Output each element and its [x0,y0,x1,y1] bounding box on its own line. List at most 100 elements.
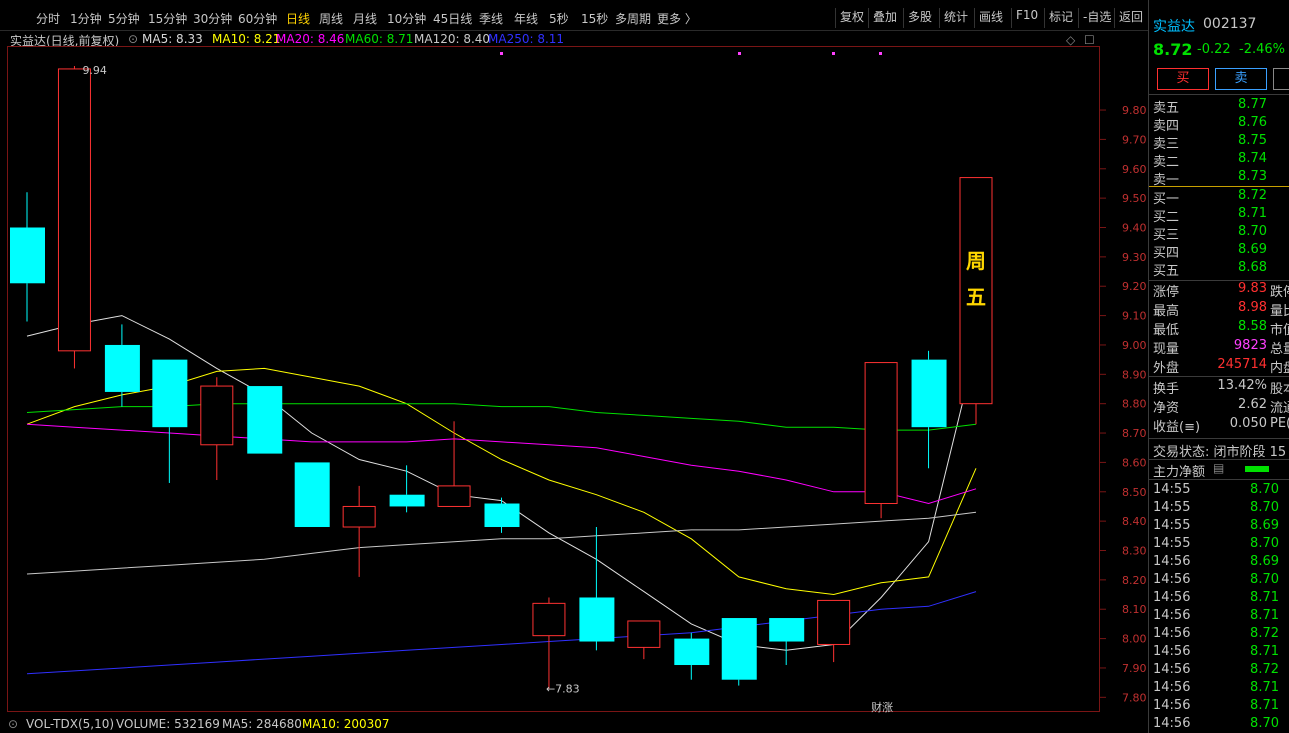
candle-body [389,494,425,507]
panel-divider [1149,438,1289,439]
quote-label: 卖三 [1153,137,1180,152]
quote-label: 卖五 [1153,101,1180,116]
high-price-label: 9.94 [82,64,107,77]
quote-value: 9823 [1233,338,1267,353]
candle-body [200,385,234,446]
quote-extra-label: 跌停 [1270,285,1289,300]
tick-time: 14:55 [1153,536,1191,551]
y-tick-label: 8.20 [1122,574,1147,587]
event-marker [738,52,741,55]
quote-value: 2.62 [1238,397,1267,412]
candle-body [342,505,376,528]
y-tick-label: 9.20 [1122,280,1147,293]
y-tick-label: 8.30 [1122,545,1147,558]
y-tick-label: 9.40 [1122,222,1147,235]
quote-label: 最低 [1153,323,1180,338]
quote-extra-label: 总量 [1270,342,1289,357]
quote-value: 8.76 [1238,115,1267,130]
tick-price: 8.72 [1250,662,1279,677]
quote-label: 收益(≡) [1153,420,1201,435]
flow-detail-icon[interactable]: ▤ [1213,461,1224,475]
candle-body [911,359,947,428]
last-price: 8.72 [1153,40,1193,59]
tick-price: 8.70 [1250,572,1279,587]
tick-time: 14:56 [1153,680,1191,695]
quote-extra-label: 市值 [1270,323,1289,338]
orderbook-divider [1149,186,1289,187]
tick-price: 8.71 [1250,680,1279,695]
kline-chart[interactable]: 9.80 9.70 9.60 9.50 9.40 9.30 9.20 9.10 9.00 8.90… [0,0,1148,733]
more-trade-button[interactable] [1273,68,1289,90]
quote-value: 8.69 [1238,242,1267,257]
quote-value: 0.050 [1229,416,1267,431]
y-tick-label: 7.80 [1122,691,1147,704]
quote-label: 买三 [1153,228,1180,243]
y-tick-label: 8.00 [1122,633,1147,646]
y-tick-label: 7.90 [1122,662,1147,675]
y-tick-label: 8.70 [1122,427,1147,440]
y-tick-label: 8.50 [1122,486,1147,499]
candle-body [152,359,188,428]
candle-body [674,638,710,666]
quote-label: 涨停 [1153,285,1180,300]
candle-body [721,618,757,680]
volume-value: VOLUME: 532169 [116,717,220,731]
y-tick-label: 8.60 [1122,456,1147,469]
tick-price: 8.71 [1250,698,1279,713]
event-label: 财涨 [871,700,893,714]
tick-price: 8.70 [1250,482,1279,497]
quote-value: 8.58 [1238,319,1267,334]
y-tick-label: 8.80 [1122,398,1147,411]
quote-extra-label: 量比 [1270,304,1289,319]
event-marker [500,52,503,55]
tick-time: 14:55 [1153,500,1191,515]
trade-status: 交易状态: 闭市阶段 15 [1153,445,1287,460]
y-tick-label: 9.30 [1122,251,1147,264]
panel-divider [1149,94,1289,95]
tick-price: 8.70 [1250,716,1279,731]
main-flow-bar [1245,466,1269,472]
quote-value: 8.73 [1238,169,1267,184]
tick-time: 14:56 [1153,662,1191,677]
quote-value: 8.74 [1238,151,1267,166]
tick-price: 8.71 [1250,590,1279,605]
quote-label: 买二 [1153,210,1180,225]
stock-name: 实益达 [1153,19,1195,35]
y-tick-label: 8.90 [1122,368,1147,381]
quote-label: 买四 [1153,246,1180,261]
tick-price: 8.72 [1250,626,1279,641]
collapse-icon[interactable]: ⊙ [8,717,18,731]
tick-time: 14:56 [1153,716,1191,731]
sell-button[interactable]: 卖 [1215,68,1267,90]
panel-divider [1149,376,1289,377]
y-tick-label: 8.10 [1122,603,1147,616]
quote-label: 买一 [1153,192,1180,207]
tick-time: 14:55 [1153,482,1191,497]
candle-body [532,602,566,637]
event-marker [879,52,882,55]
tick-price: 8.71 [1250,608,1279,623]
tick-time: 14:56 [1153,572,1191,587]
y-tick-label: 9.00 [1122,339,1147,352]
quote-value: 8.98 [1238,300,1267,315]
candle-body [437,485,471,507]
candle-body [294,462,330,528]
tick-time: 14:56 [1153,590,1191,605]
quote-label: 净资 [1153,401,1180,416]
buy-button[interactable]: 买 [1157,68,1209,90]
stock-code: 002137 [1203,16,1257,32]
tick-time: 14:56 [1153,644,1191,659]
y-tick-label: 9.60 [1122,163,1147,176]
y-tick-label: 9.10 [1122,310,1147,323]
main-flow-label: 主力净额 [1153,465,1206,480]
tick-price: 8.70 [1250,536,1279,551]
quote-value: 245714 [1217,357,1267,372]
quote-value: 8.70 [1238,224,1267,239]
tick-time: 14:56 [1153,608,1191,623]
quote-label: 买五 [1153,264,1180,279]
quote-label: 最高 [1153,304,1180,319]
volume-indicator-name: VOL-TDX(5,10) [26,717,115,731]
quote-value: 8.77 [1238,97,1267,112]
low-price-label: ←7.83 [546,683,580,696]
quote-label: 外盘 [1153,361,1180,376]
